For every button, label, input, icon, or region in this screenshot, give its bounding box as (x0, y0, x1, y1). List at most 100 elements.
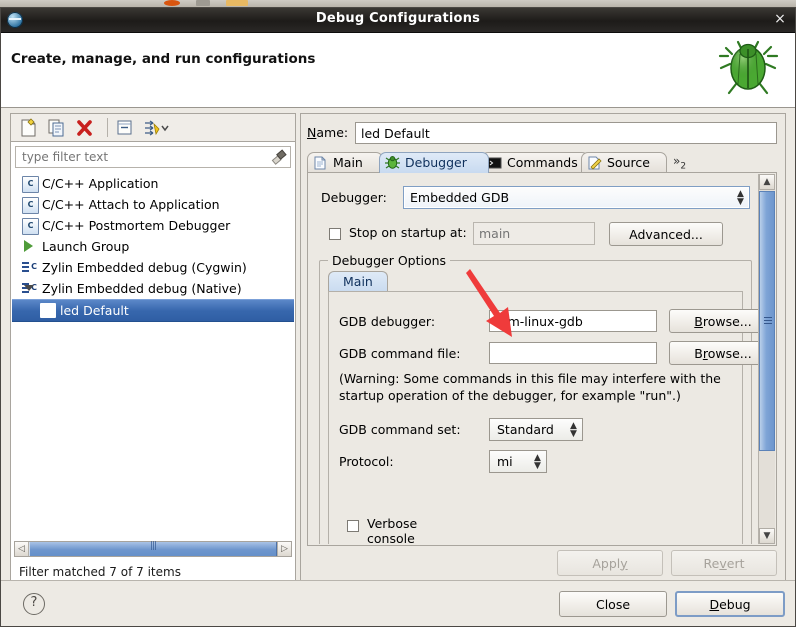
tab-source-label: Source (607, 155, 650, 170)
chevron-updown-icon: ▲ ▼ (534, 453, 541, 471)
tree-item-c-c-attach-to-application[interactable]: C C/C++ Attach to Application (12, 194, 294, 215)
gdb-debugger-browse-button[interactable]: Browse... (669, 309, 758, 333)
gdb-command-file-input[interactable] (489, 342, 657, 364)
stop-on-startup-checkbox[interactable] (329, 228, 341, 240)
close-icon[interactable]: × (773, 12, 787, 28)
tree-expander-icon[interactable] (24, 285, 34, 291)
debug-button[interactable]: Debug (675, 591, 785, 617)
delete-x-icon[interactable] (74, 118, 96, 138)
debugger-options-group: Debugger Options Main GDB debugger: Brow… (319, 253, 758, 544)
verbose-console-label: Verbose console mode (367, 516, 418, 544)
filter-area (15, 146, 291, 168)
tree-item-zylin-embedded-debug-cygwin[interactable]: C Zylin Embedded debug (Cygwin) (12, 257, 294, 278)
gdb-command-file-row: GDB command file: Browse... (339, 341, 758, 366)
filter-status-text: Filter matched 7 of 7 items (19, 565, 181, 579)
chevron-updown-icon: ▲ ▼ (737, 189, 744, 207)
tab-main[interactable]: Main (307, 152, 383, 173)
tree-item-label: Launch Group (42, 239, 130, 254)
protocol-label: Protocol: (339, 454, 394, 469)
toolbar-separator (107, 118, 108, 137)
dialog-header: Create, manage, and run configurations (1, 33, 795, 108)
desktop-background: Debug Configurations × Create, manage, a… (0, 0, 796, 627)
collapse-all-icon[interactable] (114, 118, 136, 138)
scroll-left-arrow[interactable]: ◁ (15, 542, 29, 556)
tree-item-label: C/C++ Postmortem Debugger (42, 218, 231, 233)
protocol-value: mi (497, 454, 513, 469)
debugger-vertical-scrollbar[interactable]: ▲ ▼ (758, 174, 775, 544)
filter-icon[interactable] (142, 118, 172, 138)
search-input[interactable] (15, 146, 291, 168)
verbose-console-checkbox[interactable] (347, 520, 359, 532)
scroll-down-arrow[interactable]: ▼ (759, 528, 775, 544)
overflow-count: 2 (680, 161, 687, 172)
tab-debugger[interactable]: Debugger (379, 152, 489, 173)
gdb-command-file-label: GDB command file: (339, 346, 461, 361)
gdb-command-set-select[interactable]: Standard ▲ ▼ (489, 418, 583, 441)
tree-horizontal-scrollbar[interactable]: ◁ ▷ (14, 541, 292, 557)
configurations-panel: CC/C++ ApplicationCC/C++ Attach to Appli… (10, 113, 296, 585)
chevron-updown-icon: ▲ ▼ (570, 421, 577, 439)
vertical-scroll-thumb[interactable] (759, 191, 775, 451)
dialog-footer: ? Close Debug (1, 580, 795, 626)
tree-item-c-c-application[interactable]: C C/C++ Application (12, 173, 294, 194)
gdb-debugger-label: GDB debugger: (339, 314, 436, 329)
clear-brush-icon[interactable] (271, 149, 287, 165)
scroll-right-arrow[interactable]: ▷ (277, 542, 291, 556)
taskbar-icon-2 (196, 0, 210, 6)
gdb-command-file-warning: (Warning: Some commands in this file may… (339, 371, 721, 403)
debug-configurations-dialog: Debug Configurations × Create, manage, a… (0, 7, 796, 627)
copy-icon[interactable] (46, 118, 68, 138)
c-app-icon: C (22, 218, 39, 235)
bug-icon (718, 40, 779, 95)
debugger-options-tabs: Main (328, 271, 388, 292)
taskbar-icon-3 (226, 0, 248, 6)
editor-tabs: Main Debugger Commands Source »2 (307, 152, 777, 173)
tab-commands[interactable]: Commands (481, 152, 589, 173)
scroll-up-arrow[interactable]: ▲ (759, 174, 775, 190)
tree-item-led-default[interactable]: Cled Default (12, 299, 294, 322)
new-file-icon[interactable] (18, 118, 40, 138)
advanced-button[interactable]: Advanced... (609, 222, 723, 246)
debugger-options-panel: GDB debugger: Browse... GDB command file… (328, 291, 758, 544)
document-icon (314, 156, 326, 170)
configurations-tree-box: CC/C++ ApplicationCC/C++ Attach to Appli… (10, 141, 296, 585)
c-app-icon: C (22, 197, 39, 214)
tab-debugger-label: Debugger (405, 155, 467, 170)
apply-button[interactable]: Apply (557, 550, 663, 576)
help-question-icon[interactable]: ? (23, 593, 45, 615)
tree-item-zylin-embedded-debug-native[interactable]: C Zylin Embedded debug (Native) (12, 278, 294, 299)
tab-main-label: Main (333, 155, 363, 170)
protocol-select[interactable]: mi ▲ ▼ (489, 450, 547, 473)
configurations-tree[interactable]: C C/C++ Application C C/C++ Attach to Appli… (12, 173, 294, 561)
stop-on-startup-input[interactable] (473, 222, 595, 245)
inner-tab-main[interactable]: Main (328, 271, 388, 292)
c-app-icon: C (22, 176, 39, 193)
name-label: Name: (307, 125, 349, 140)
stop-on-startup-label: Stop on startup at: (349, 225, 467, 240)
revert-button[interactable]: Revert (671, 550, 777, 576)
tab-commands-label: Commands (507, 155, 578, 170)
tab-source[interactable]: Source (581, 152, 667, 173)
gdb-debugger-input[interactable] (489, 310, 657, 332)
bug-small-icon (385, 156, 400, 169)
gdb-command-set-value: Standard (497, 422, 554, 437)
tree-item-c-c-postmortem-debugger[interactable]: C C/C++ Postmortem Debugger (12, 215, 294, 236)
tree-item-launch-group[interactable]: Launch Group (12, 236, 294, 257)
dialog-title: Debug Configurations (315, 11, 481, 26)
debugger-scroll-area: Debugger: Embedded GDB ▲ ▼ Stop on startu… (309, 174, 758, 544)
protocol-row: Protocol: mi ▲ ▼ (339, 450, 734, 474)
page-title: Create, manage, and run configurations (11, 51, 316, 67)
source-icon (588, 156, 602, 170)
horizontal-scroll-thumb[interactable] (29, 542, 277, 556)
tabs-overflow-indicator[interactable]: »2 (673, 154, 686, 171)
debugger-options-title: Debugger Options (328, 253, 451, 268)
gdb-command-set-row: GDB command set: Standard ▲ ▼ (339, 418, 734, 442)
close-button[interactable]: Close (559, 591, 667, 617)
debugger-select[interactable]: Embedded GDB ▲ ▼ (403, 186, 750, 209)
configuration-editor-panel: Name: Main (300, 113, 786, 585)
taskbar-icon-1 (164, 0, 180, 6)
configuration-name-input[interactable] (355, 122, 777, 144)
gdb-command-file-browse-button[interactable]: Browse... (669, 341, 758, 365)
configurations-toolbar (10, 113, 296, 141)
tree-item-label: C/C++ Attach to Application (42, 197, 220, 212)
